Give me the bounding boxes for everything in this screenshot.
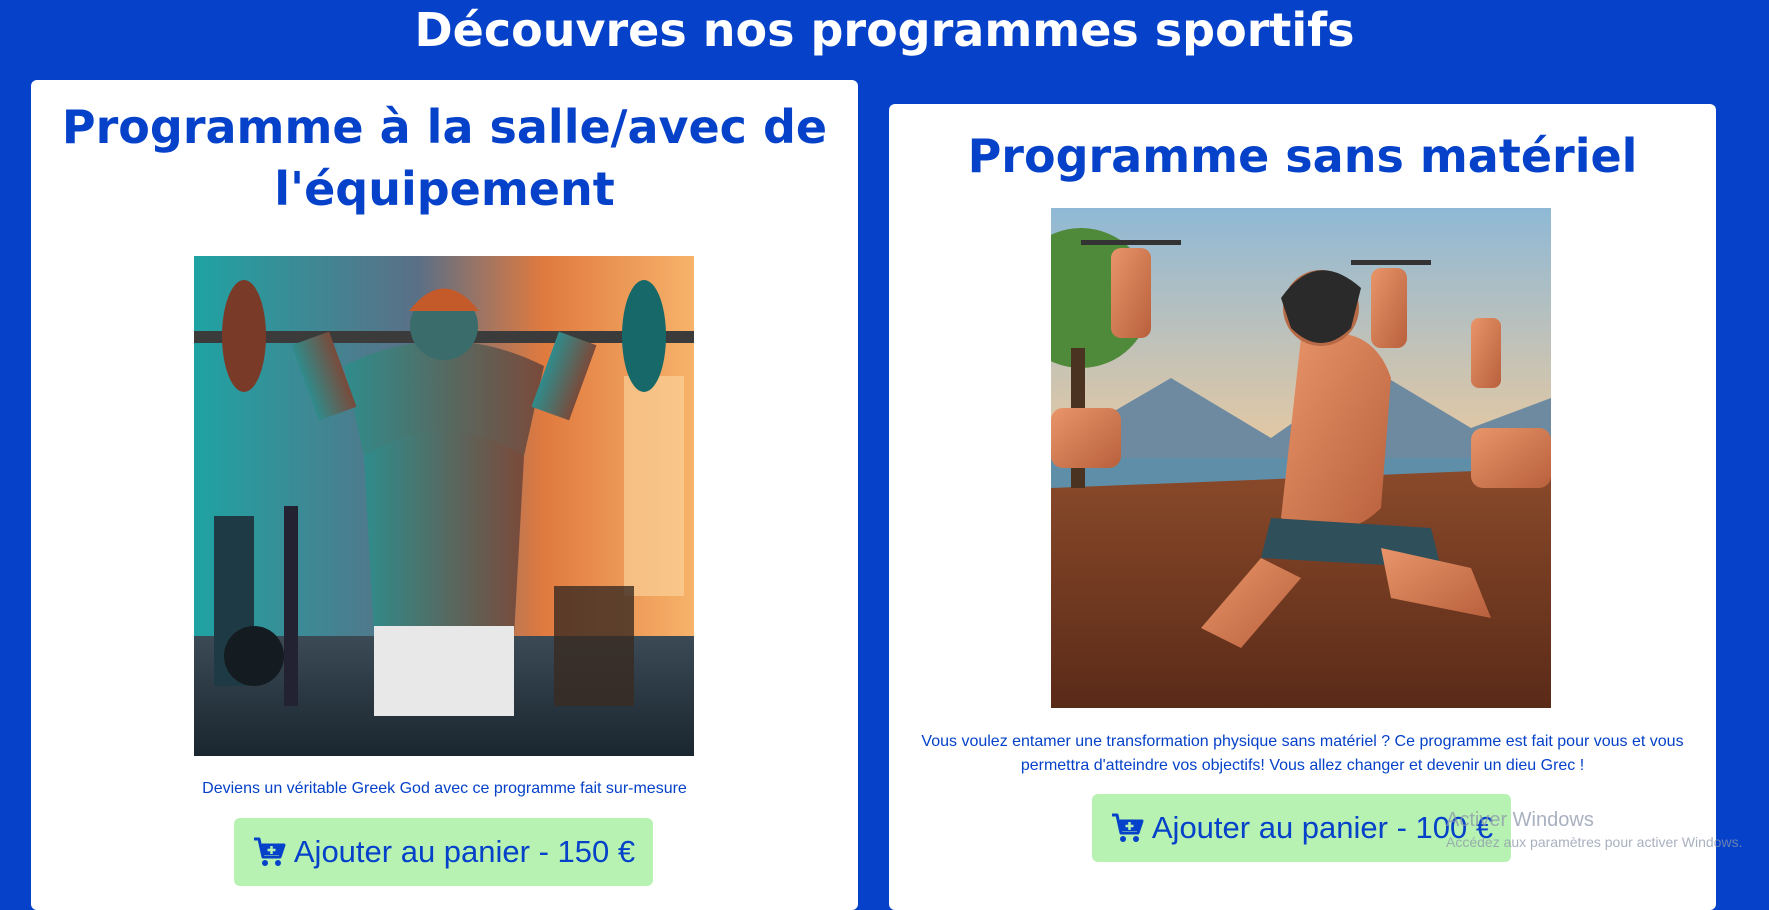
cart-add-icon [1110,812,1146,844]
watermark-title: Activer Windows [1446,809,1594,831]
outdoor-workout-illustration [1051,208,1551,708]
card-title-gym-line1: Programme à la salle/avec de [61,100,828,154]
card-description-bodyweight: Vous voulez entamer une transformation p… [921,733,1684,774]
cart-add-icon [252,836,288,868]
add-to-cart-gym-label: Ajouter au panier - 150 € [293,834,636,869]
card-title-bodyweight: Programme sans matériel [967,129,1638,183]
page-title: Découvres nos programmes sportifs [414,3,1355,57]
add-to-cart-bodyweight-label: Ajouter au panier - 100 € [1151,810,1494,845]
watermark-subtitle: Accédez aux paramètres pour activer Wind… [1446,834,1743,850]
gym-lifter-illustration [194,256,694,756]
card-title-gym-line2: l'équipement [274,162,615,216]
card-title-gym: Programme à la salle/avec de l'équipemen… [31,96,858,220]
add-to-cart-gym-button[interactable]: Ajouter au panier - 150 € [234,818,653,886]
program-card-gym: Programme à la salle/avec de l'équipemen… [31,80,858,910]
windows-activation-watermark: Activer Windows Accédez aux paramètres p… [1446,808,1742,852]
card-description-gym: Deviens un véritable Greek God avec ce p… [202,780,687,797]
program-card-bodyweight: Programme sans matériel Vous voulez enta… [889,104,1716,910]
